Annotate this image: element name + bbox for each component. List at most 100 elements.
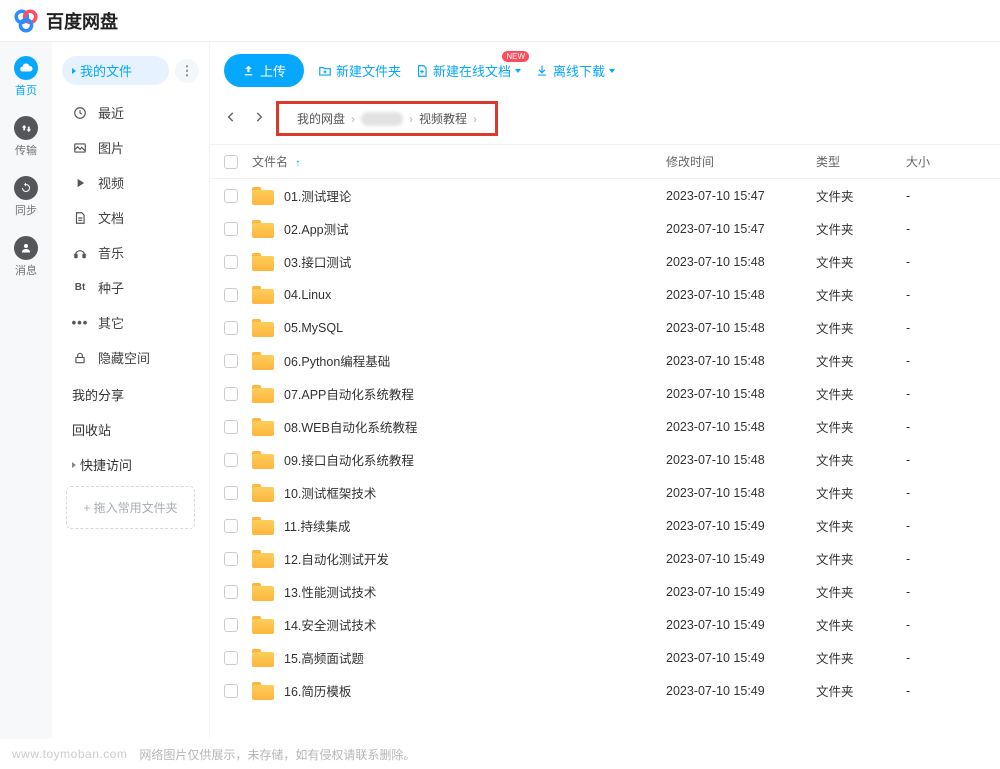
caret-right-icon xyxy=(72,68,76,74)
table-row[interactable]: 09.接口自动化系统教程2023-07-10 15:48文件夹- xyxy=(210,443,1000,476)
row-checkbox[interactable] xyxy=(224,387,238,401)
file-time: 2023-07-10 15:48 xyxy=(666,420,816,434)
file-type: 文件夹 xyxy=(816,285,906,304)
sidebar-quick-access[interactable]: 快捷访问 xyxy=(62,445,199,480)
col-name[interactable]: 文件名 ↑ xyxy=(252,153,666,170)
rail-sync[interactable]: 同步 xyxy=(14,176,38,218)
sidebar-item-label: 种子 xyxy=(98,278,124,297)
cloud-icon xyxy=(14,56,38,80)
col-size[interactable]: 大小 xyxy=(906,153,986,170)
row-checkbox[interactable] xyxy=(224,255,238,269)
watermark: www.toymoban.com xyxy=(12,747,127,761)
file-type: 文件夹 xyxy=(816,450,906,469)
offline-download-button[interactable]: 离线下载 xyxy=(535,61,615,80)
file-type: 文件夹 xyxy=(816,615,906,634)
row-checkbox[interactable] xyxy=(224,288,238,302)
sidebar-item-more[interactable]: •••其它 xyxy=(62,305,199,340)
nav-back[interactable] xyxy=(224,110,238,127)
breadcrumb-current[interactable]: 视频教程 xyxy=(419,110,467,127)
file-name: 03.接口测试 xyxy=(284,252,351,271)
sidebar-item-video[interactable]: 视频 xyxy=(62,165,199,200)
row-checkbox[interactable] xyxy=(224,486,238,500)
table-row[interactable]: 04.Linux2023-07-10 15:48文件夹- xyxy=(210,278,1000,311)
breadcrumb-root[interactable]: 我的网盘 xyxy=(297,110,345,127)
row-checkbox[interactable] xyxy=(224,519,238,533)
table-row[interactable]: 15.高频面试题2023-07-10 15:49文件夹- xyxy=(210,641,1000,674)
new-online-doc-button[interactable]: 新建在线文档 NEW xyxy=(415,61,521,80)
row-checkbox[interactable] xyxy=(224,420,238,434)
file-size: - xyxy=(906,321,986,335)
file-name: 07.APP自动化系统教程 xyxy=(284,384,414,403)
table-row[interactable]: 14.安全测试技术2023-07-10 15:49文件夹- xyxy=(210,608,1000,641)
table-row[interactable]: 13.性能测试技术2023-07-10 15:49文件夹- xyxy=(210,575,1000,608)
table-row[interactable]: 10.测试框架技术2023-07-10 15:48文件夹- xyxy=(210,476,1000,509)
row-checkbox[interactable] xyxy=(224,189,238,203)
sidebar-item-image[interactable]: 图片 xyxy=(62,130,199,165)
file-size: - xyxy=(906,618,986,632)
folder-icon xyxy=(252,583,274,601)
file-size: - xyxy=(906,189,986,203)
logo-icon xyxy=(12,7,40,35)
new-folder-button[interactable]: 新建文件夹 xyxy=(318,61,401,80)
table-row[interactable]: 11.持续集成2023-07-10 15:49文件夹- xyxy=(210,509,1000,542)
nav-forward[interactable] xyxy=(252,110,266,127)
sidebar-trash[interactable]: 回收站 xyxy=(62,410,199,445)
file-list[interactable]: 01.测试理论2023-07-10 15:47文件夹-02.App测试2023-… xyxy=(210,179,1000,739)
folder-icon xyxy=(252,517,274,535)
col-type[interactable]: 类型 xyxy=(816,153,906,170)
sidebar-item-bt[interactable]: Bt种子 xyxy=(62,270,199,305)
file-time: 2023-07-10 15:47 xyxy=(666,222,816,236)
row-checkbox[interactable] xyxy=(224,651,238,665)
drop-area[interactable]: + 拖入常用文件夹 xyxy=(66,486,195,529)
folder-icon xyxy=(252,253,274,271)
file-name: 11.持续集成 xyxy=(284,516,350,535)
sidebar-item-clock[interactable]: 最近 xyxy=(62,95,199,130)
breadcrumb-masked[interactable] xyxy=(361,112,403,126)
rail-message[interactable]: 消息 xyxy=(14,236,38,278)
row-checkbox[interactable] xyxy=(224,552,238,566)
row-checkbox[interactable] xyxy=(224,585,238,599)
rail-home[interactable]: 首页 xyxy=(14,56,38,98)
sidebar-item-doc[interactable]: 文档 xyxy=(62,200,199,235)
row-checkbox[interactable] xyxy=(224,321,238,335)
file-time: 2023-07-10 15:48 xyxy=(666,354,816,368)
sidebar-item-music[interactable]: 音乐 xyxy=(62,235,199,270)
table-row[interactable]: 05.MySQL2023-07-10 15:48文件夹- xyxy=(210,311,1000,344)
table-row[interactable]: 01.测试理论2023-07-10 15:47文件夹- xyxy=(210,179,1000,212)
footer: www.toymoban.com 网络图片仅供展示，未存储，如有侵权请联系删除。 xyxy=(0,739,1000,769)
file-size: - xyxy=(906,585,986,599)
sort-asc-icon: ↑ xyxy=(295,158,300,169)
table-row[interactable]: 06.Python编程基础2023-07-10 15:48文件夹- xyxy=(210,344,1000,377)
video-icon xyxy=(72,176,88,190)
sidebar-item-lock[interactable]: 隐藏空间 xyxy=(62,340,199,375)
col-time[interactable]: 修改时间 xyxy=(666,153,816,170)
table-row[interactable]: 07.APP自动化系统教程2023-07-10 15:48文件夹- xyxy=(210,377,1000,410)
sidebar-current[interactable]: 我的文件 xyxy=(62,56,169,85)
table-row[interactable]: 08.WEB自动化系统教程2023-07-10 15:48文件夹- xyxy=(210,410,1000,443)
table-row[interactable]: 12.自动化测试开发2023-07-10 15:49文件夹- xyxy=(210,542,1000,575)
table-row[interactable]: 16.简历模板2023-07-10 15:49文件夹- xyxy=(210,674,1000,707)
table-row[interactable]: 03.接口测试2023-07-10 15:48文件夹- xyxy=(210,245,1000,278)
row-checkbox[interactable] xyxy=(224,684,238,698)
file-type: 文件夹 xyxy=(816,549,906,568)
sidebar-item-label: 视频 xyxy=(98,173,124,192)
more-button[interactable]: ⋮ xyxy=(175,59,199,83)
rail-transfer[interactable]: 传输 xyxy=(14,116,38,158)
sidebar-share[interactable]: 我的分享 xyxy=(62,375,199,410)
sidebar-current-label: 我的文件 xyxy=(80,61,132,80)
row-checkbox[interactable] xyxy=(224,354,238,368)
transfer-icon xyxy=(14,116,38,140)
row-checkbox[interactable] xyxy=(224,618,238,632)
chevron-right-icon xyxy=(252,110,266,124)
select-all-checkbox[interactable] xyxy=(224,155,238,169)
row-checkbox[interactable] xyxy=(224,222,238,236)
sidebar-item-label: 图片 xyxy=(98,138,124,157)
lock-icon xyxy=(72,351,88,365)
col-name-label: 文件名 xyxy=(252,155,288,169)
file-type: 文件夹 xyxy=(816,582,906,601)
file-type: 文件夹 xyxy=(816,318,906,337)
table-row[interactable]: 02.App测试2023-07-10 15:47文件夹- xyxy=(210,212,1000,245)
upload-button[interactable]: 上传 xyxy=(224,54,304,87)
row-checkbox[interactable] xyxy=(224,453,238,467)
file-type: 文件夹 xyxy=(816,252,906,271)
